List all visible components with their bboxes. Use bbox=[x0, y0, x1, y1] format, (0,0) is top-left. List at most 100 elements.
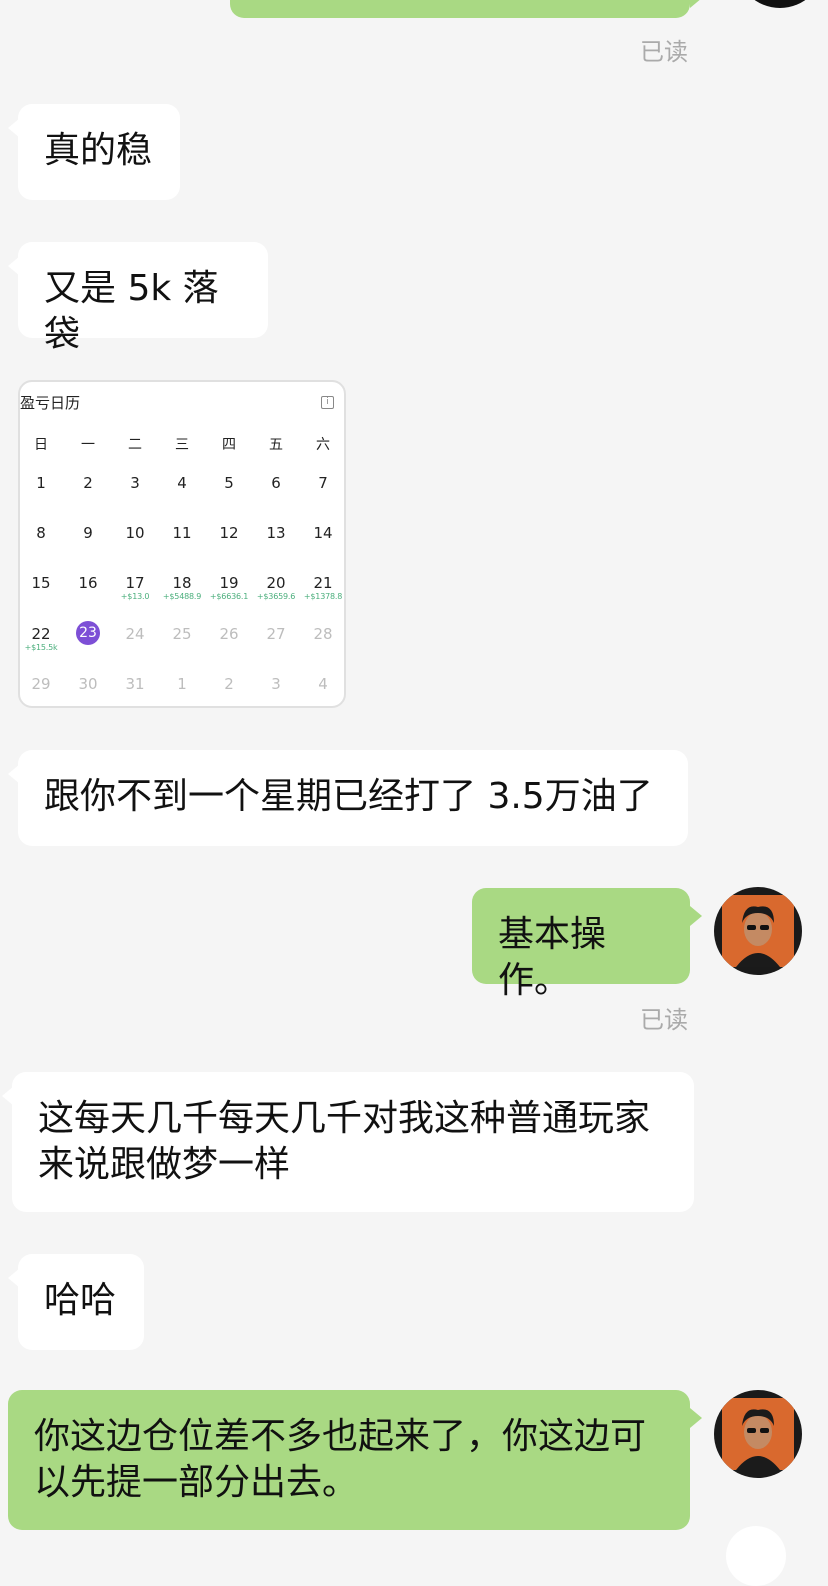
calendar-day[interactable]: 2 bbox=[206, 675, 252, 693]
calendar-day[interactable]: 1 bbox=[18, 474, 64, 492]
calendar-day-number: 17 bbox=[125, 574, 145, 592]
calendar-day[interactable]: 18 +$5488.9 bbox=[159, 574, 205, 601]
weekday-label: 五 bbox=[269, 437, 283, 453]
calendar-day[interactable]: 14 bbox=[300, 524, 346, 542]
calendar-day[interactable]: 1 bbox=[159, 675, 205, 693]
calendar-day-number: 16 bbox=[78, 574, 98, 592]
calendar-day[interactable]: 17 +$13.0 bbox=[112, 574, 158, 601]
calendar-day-number: 19 bbox=[219, 574, 239, 592]
calendar-day-number: 13 bbox=[266, 524, 286, 542]
calendar-day[interactable]: 21 +$1378.8 bbox=[300, 574, 346, 601]
calendar-day[interactable]: 16 bbox=[65, 574, 111, 592]
calendar-day-number: 26 bbox=[219, 625, 239, 643]
message-bubble-outgoing[interactable]: 基本操作。 bbox=[472, 888, 702, 1001]
daily-pnl: +$5488.9 bbox=[162, 592, 202, 601]
weekday-label: 三 bbox=[175, 437, 189, 453]
calendar-day[interactable]: 2 bbox=[65, 474, 111, 492]
calendar-day[interactable]: 27 bbox=[253, 625, 299, 643]
calendar-day-number: 27 bbox=[266, 625, 286, 643]
daily-pnl: +$13.0 bbox=[120, 592, 150, 601]
calendar-day[interactable]: 4 bbox=[159, 474, 205, 492]
calendar-day[interactable]: 3 bbox=[112, 474, 158, 492]
calendar-day-number: 5 bbox=[224, 474, 234, 492]
calendar-title: 盈亏日历 bbox=[20, 394, 81, 412]
calendar-day-number: 24 bbox=[125, 625, 145, 643]
calendar-day-number: 3 bbox=[130, 474, 140, 492]
weekday-label: 二 bbox=[128, 437, 142, 453]
message-bubble-incoming[interactable]: 又是 5k 落袋 bbox=[8, 242, 268, 355]
calendar-day-number: 2 bbox=[224, 675, 234, 693]
message-text: 真的稳 bbox=[44, 130, 153, 171]
message-text-line: 你这边仓位差不多也起来了，你这边可 bbox=[34, 1416, 647, 1457]
calendar-day-number: 22 bbox=[31, 625, 51, 643]
message-bubble-outgoing[interactable]: 你这边仓位差不多也起来了，你这边可 以先提一部分出去。 bbox=[8, 1390, 702, 1530]
calendar-day-number: 30 bbox=[78, 675, 98, 693]
calendar-day[interactable]: 30 bbox=[65, 675, 111, 693]
calendar-day-number: 11 bbox=[172, 524, 192, 542]
calendar-day-number: 9 bbox=[83, 524, 93, 542]
avatar-icon bbox=[722, 895, 794, 967]
calendar-day-number: 31 bbox=[125, 675, 145, 693]
message-text: 基本操作。 bbox=[498, 914, 607, 1001]
read-receipt: 已读 bbox=[640, 1006, 688, 1034]
calendar-day-number: 20 bbox=[266, 574, 286, 592]
message-bubble-partial[interactable] bbox=[230, 0, 702, 18]
calendar-day-number: 25 bbox=[172, 625, 192, 643]
calendar-day[interactable]: 28 bbox=[300, 625, 346, 643]
calendar-day-number: 7 bbox=[318, 474, 328, 492]
calendar-day[interactable]: 22 +$15.5k bbox=[18, 625, 64, 652]
calendar-day-number: 15 bbox=[31, 574, 51, 592]
calendar-day[interactable]: 4 bbox=[300, 675, 346, 693]
avatar-partial[interactable] bbox=[726, 1526, 786, 1586]
calendar-day-number: 14 bbox=[313, 524, 333, 542]
calendar-day[interactable]: 20 +$3659.6 bbox=[253, 574, 299, 601]
read-receipt: 已读 bbox=[640, 38, 688, 66]
calendar-day-number: 1 bbox=[177, 675, 187, 693]
calendar-day[interactable]: 11 bbox=[159, 524, 205, 542]
message-text-line: 来说跟做梦一样 bbox=[38, 1144, 291, 1185]
message-bubble-incoming[interactable]: 跟你不到一个星期已经打了 3.5万油了 bbox=[8, 750, 688, 846]
calendar-day[interactable]: 5 bbox=[206, 474, 252, 492]
calendar-day[interactable]: 23 bbox=[65, 621, 111, 645]
calendar-day[interactable]: 13 bbox=[253, 524, 299, 542]
calendar-day[interactable]: 8 bbox=[18, 524, 64, 542]
calendar-day[interactable]: 31 bbox=[112, 675, 158, 693]
message-text-line: 这每天几千每天几千对我这种普通玩家 bbox=[38, 1098, 651, 1139]
message-text: 哈哈 bbox=[44, 1280, 117, 1321]
calendar-day[interactable]: 24 bbox=[112, 625, 158, 643]
calendar-day-number: 28 bbox=[313, 625, 333, 643]
avatar[interactable] bbox=[714, 1390, 802, 1478]
message-bubble-incoming[interactable]: 这每天几千每天几千对我这种普通玩家 来说跟做梦一样 bbox=[2, 1072, 694, 1212]
calendar-day[interactable]: 12 bbox=[206, 524, 252, 542]
calendar-day-number: 4 bbox=[177, 474, 187, 492]
calendar-day[interactable]: 15 bbox=[18, 574, 64, 592]
calendar-day[interactable]: 6 bbox=[253, 474, 299, 492]
calendar-day[interactable]: 10 bbox=[112, 524, 158, 542]
calendar-day[interactable]: 3 bbox=[253, 675, 299, 693]
info-icon: i bbox=[321, 396, 334, 409]
calendar-day-number: 3 bbox=[271, 675, 281, 693]
calendar-day-number: 4 bbox=[318, 675, 328, 693]
pnl-calendar-image[interactable]: 盈亏日历 i 日一二三四五六 1 2 3 4 5 6 7 8 9 10 11 12 13 14 15 16 17 +… bbox=[18, 380, 346, 708]
daily-pnl: +$1378.8 bbox=[303, 592, 343, 601]
avatar[interactable] bbox=[714, 887, 802, 975]
calendar-day-number: 1 bbox=[36, 474, 46, 492]
calendar-day-number: 6 bbox=[271, 474, 281, 492]
message-text: 跟你不到一个星期已经打了 3.5万油了 bbox=[44, 776, 653, 817]
calendar-day[interactable]: 25 bbox=[159, 625, 205, 643]
weekday-label: 六 bbox=[316, 437, 330, 453]
calendar-day[interactable]: 29 bbox=[18, 675, 64, 693]
calendar-day[interactable]: 19 +$6636.1 bbox=[206, 574, 252, 601]
calendar-day[interactable]: 9 bbox=[65, 524, 111, 542]
message-text: 又是 5k 落袋 bbox=[44, 268, 219, 355]
calendar-day-number: 8 bbox=[36, 524, 46, 542]
avatar-partial[interactable] bbox=[736, 0, 824, 8]
calendar-day[interactable]: 7 bbox=[300, 474, 346, 492]
message-bubble-incoming[interactable]: 哈哈 bbox=[8, 1254, 144, 1350]
calendar-day[interactable]: 26 bbox=[206, 625, 252, 643]
calendar-day-number: 2 bbox=[83, 474, 93, 492]
message-bubble-incoming[interactable]: 真的稳 bbox=[8, 104, 180, 200]
message-text-line: 以先提一部分出去。 bbox=[34, 1462, 359, 1503]
calendar-day-number: 10 bbox=[125, 524, 145, 542]
today-marker: 23 bbox=[76, 621, 100, 645]
